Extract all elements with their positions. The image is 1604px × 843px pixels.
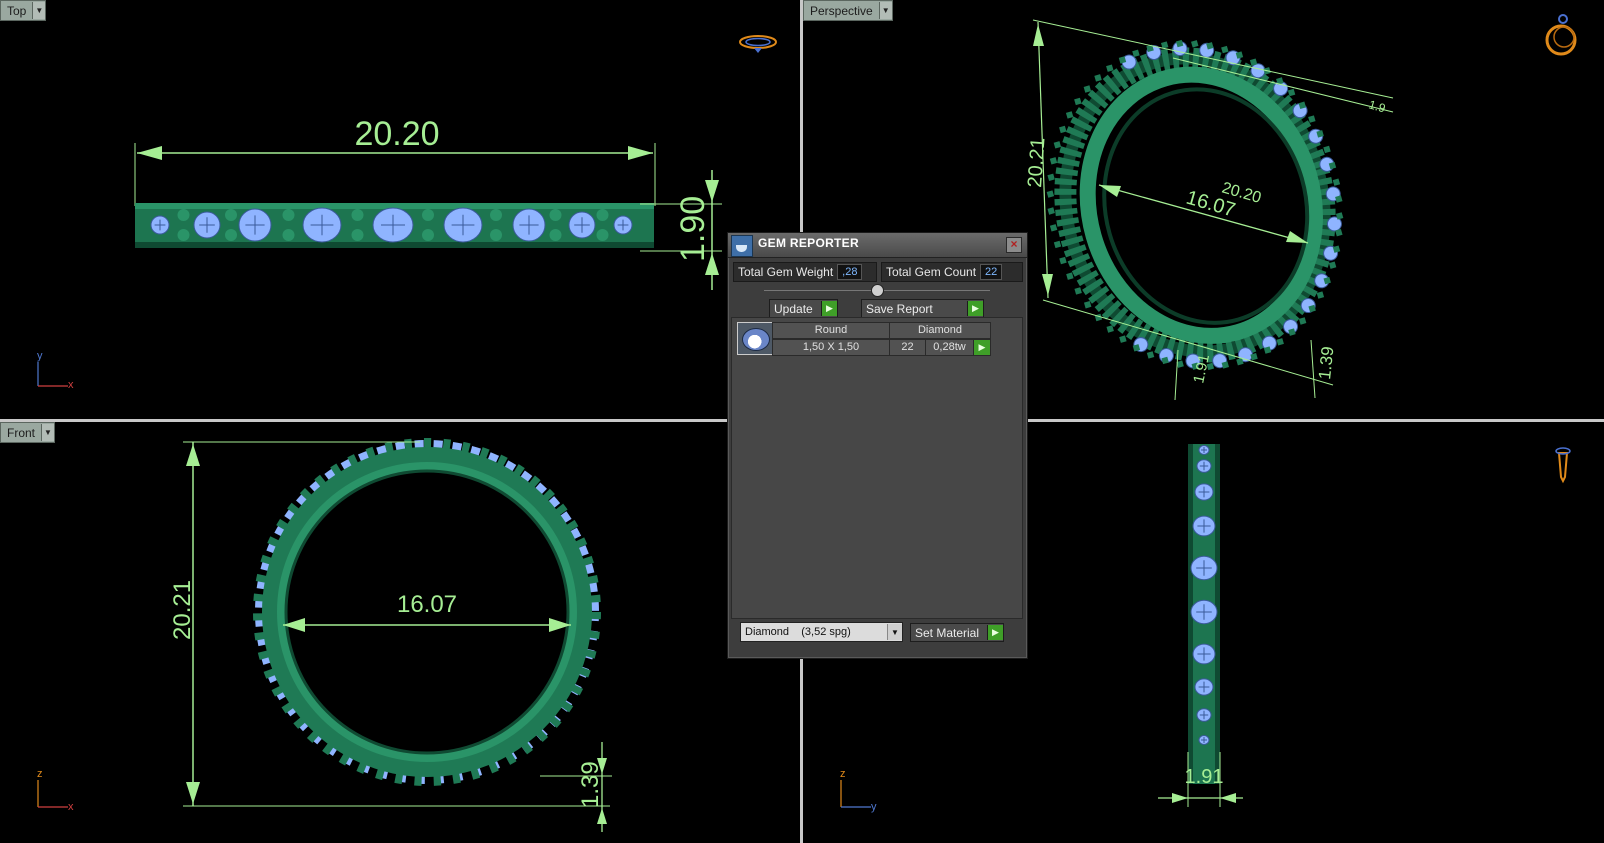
panel-title: GEM REPORTER bbox=[758, 236, 859, 250]
chevron-down-icon[interactable]: ▼ bbox=[32, 2, 46, 19]
svg-text:x: x bbox=[68, 379, 74, 391]
svg-text:y: y bbox=[37, 350, 43, 362]
gem-material-header: Diamond bbox=[889, 322, 991, 339]
chevron-down-icon[interactable]: ▼ bbox=[887, 624, 902, 640]
viewport-label-perspective[interactable]: Perspective ▼ bbox=[803, 0, 893, 21]
front-view-canvas: 20.21 16.07 1.39 z x bbox=[37, 438, 612, 832]
gem-count-cell: 22 bbox=[889, 339, 926, 356]
svg-text:y: y bbox=[871, 801, 877, 813]
front-inner-dimension: 16.07 bbox=[397, 591, 457, 618]
gem-shape-header: Round bbox=[772, 322, 890, 339]
chevron-down-icon[interactable]: ▼ bbox=[41, 424, 55, 441]
gem-reporter-panel[interactable]: GEM REPORTER × Total Gem Weight ,28 Tota… bbox=[727, 232, 1028, 659]
viewport-label-front[interactable]: Front ▼ bbox=[0, 422, 56, 443]
front-height-dimension: 20.21 bbox=[169, 580, 196, 640]
perspective-small-dimension-b: 1.39 bbox=[1315, 346, 1337, 381]
play-arrow-icon: ▶ bbox=[987, 625, 1003, 640]
ring-orientation-icon bbox=[739, 35, 777, 53]
svg-text:x: x bbox=[68, 801, 74, 813]
gem-size-cell: 1,50 X 1,50 bbox=[772, 339, 890, 356]
update-button[interactable]: Update ▶ bbox=[769, 299, 838, 318]
top-height-dimension: 1.90 bbox=[674, 196, 712, 262]
axis-indicator-right: z y bbox=[840, 768, 877, 813]
update-button-label: Update bbox=[774, 301, 813, 316]
play-arrow-icon: ▶ bbox=[967, 301, 983, 316]
total-gem-count-value: 22 bbox=[980, 264, 1003, 280]
svg-text:z: z bbox=[840, 768, 846, 780]
front-small-dimension: 1.39 bbox=[577, 761, 604, 808]
play-arrow-icon: ▶ bbox=[821, 301, 837, 316]
chevron-down-icon[interactable]: ▼ bbox=[878, 2, 892, 19]
save-report-button[interactable]: Save Report ▶ bbox=[861, 299, 984, 318]
svg-text:z: z bbox=[37, 768, 43, 780]
splitter-handle[interactable] bbox=[871, 284, 884, 297]
round-gem-thumbnail-icon[interactable] bbox=[737, 322, 773, 355]
gem-row-go-button[interactable]: ▶ bbox=[973, 339, 991, 356]
axis-indicator-front: z x bbox=[37, 768, 74, 813]
ring-orientation-icon bbox=[1545, 14, 1577, 56]
viewport-label-top[interactable]: Top ▼ bbox=[0, 0, 47, 21]
viewport-top[interactable]: 20.20 1.90 y x Top ▼ bbox=[0, 0, 800, 419]
total-gem-weight-field: Total Gem Weight ,28 bbox=[733, 262, 877, 282]
top-view-canvas: 20.20 1.90 y x bbox=[37, 35, 777, 391]
set-material-button[interactable]: Set Material ▶ bbox=[910, 623, 1004, 642]
perspective-outer-dimension: 20.21 bbox=[1024, 137, 1049, 188]
total-gem-count-label: Total Gem Count bbox=[886, 265, 977, 279]
ring-orientation-icon bbox=[1555, 447, 1571, 484]
panel-titlebar[interactable]: GEM REPORTER × bbox=[728, 233, 1027, 258]
material-select-value: Diamond (3,52 spg) bbox=[745, 626, 851, 638]
gem-list: Round Diamond 1,50 X 1,50 22 0,28tw ▶ bbox=[731, 317, 1023, 619]
material-select[interactable]: Diamond (3,52 spg) ▼ bbox=[740, 622, 903, 642]
right-width-dimension: 1.91 bbox=[1185, 766, 1224, 788]
viewport-label-text: Perspective bbox=[810, 3, 873, 18]
viewport-label-text: Top bbox=[7, 3, 27, 18]
viewport-label-text: Front bbox=[7, 425, 36, 440]
top-width-dimension: 20.20 bbox=[354, 115, 439, 153]
save-report-button-label: Save Report bbox=[866, 301, 933, 316]
axis-indicator-top: y x bbox=[37, 350, 74, 391]
close-icon[interactable]: × bbox=[1006, 237, 1022, 253]
total-gem-weight-value: ,28 bbox=[837, 264, 863, 280]
total-gem-count-field: Total Gem Count 22 bbox=[881, 262, 1023, 282]
viewport-front[interactable]: 20.21 16.07 1.39 z x Front ▼ bbox=[0, 422, 800, 843]
gem-reporter-icon bbox=[731, 235, 753, 257]
set-material-button-label: Set Material bbox=[915, 625, 980, 640]
perspective-small-dimension-c: 1.9 bbox=[1367, 97, 1387, 115]
total-gem-weight-label: Total Gem Weight bbox=[738, 265, 834, 279]
gem-weight-cell: 0,28tw bbox=[925, 339, 974, 356]
